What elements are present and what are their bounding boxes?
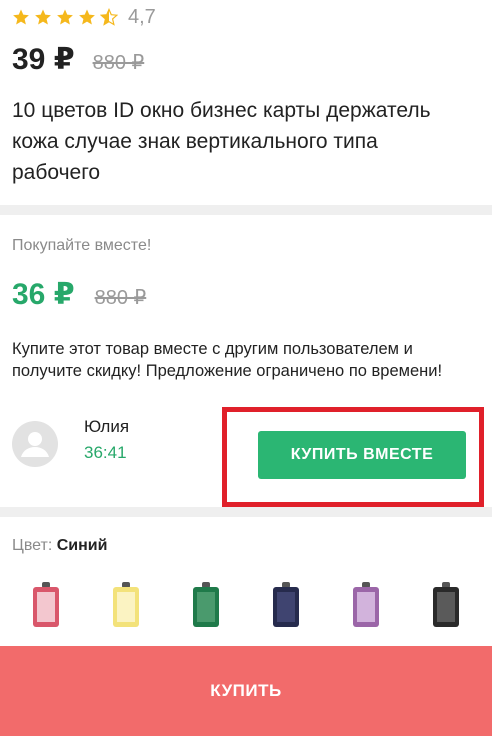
buy-button[interactable]: КУПИТЬ (0, 646, 492, 736)
swatch-yellow[interactable] (102, 577, 150, 633)
badge-holder-icon (433, 582, 459, 627)
badge-holder-icon (193, 582, 219, 627)
avatar[interactable] (12, 421, 58, 467)
swatch-navy[interactable] (262, 577, 310, 633)
together-price-row: 36 ₽ 880 ₽ (12, 277, 480, 312)
section-divider (0, 507, 492, 517)
swatch-green[interactable] (182, 577, 230, 633)
user-icon (21, 432, 49, 457)
buy-together-button[interactable]: КУПИТЬ ВМЕСТЕ (258, 431, 466, 479)
group-user-row: Юлия 36:41 КУПИТЬ ВМЕСТЕ (12, 407, 484, 507)
swatch-red[interactable] (22, 577, 70, 633)
star-half-icon (100, 8, 118, 26)
swatch-black[interactable] (422, 577, 470, 633)
buy-together-label: Покупайте вместе! (12, 237, 152, 254)
color-section: Цвет: Синий (0, 517, 492, 645)
rating-value: 4,7 (128, 5, 156, 28)
color-swatches (12, 577, 480, 633)
together-description: Купите этот товар вместе с другим пользо… (12, 340, 443, 380)
star-icon (35, 9, 51, 25)
product-summary: 4,7 39 ₽ 880 ₽ 10 цветов ID окно бизнес … (0, 0, 492, 205)
rating-stars (12, 8, 118, 26)
color-label-row: Цвет: Синий (12, 537, 480, 555)
rating-row: 4,7 (12, 0, 480, 32)
star-icon (13, 9, 29, 25)
user-name: Юлия (84, 417, 130, 436)
badge-holder-icon (273, 582, 299, 627)
buy-button-label: КУПИТЬ (210, 681, 282, 700)
badge-holder-icon (353, 582, 379, 627)
countdown-timer: 36:41 (84, 443, 127, 462)
star-icon (57, 9, 73, 25)
together-price: 36 ₽ (12, 278, 75, 311)
swatch-purple[interactable] (342, 577, 390, 633)
star-icon (79, 9, 95, 25)
color-label: Цвет: (12, 537, 53, 554)
section-divider (0, 205, 492, 215)
badge-holder-icon (33, 582, 59, 627)
buy-together-section: Покупайте вместе! 36 ₽ 880 ₽ Купите этот… (0, 215, 492, 507)
price-row: 39 ₽ 880 ₽ (12, 42, 480, 77)
price: 39 ₽ (12, 43, 75, 76)
badge-holder-icon (113, 582, 139, 627)
color-value: Синий (56, 537, 108, 554)
together-old-price: 880 ₽ (94, 287, 147, 309)
product-title: 10 цветов ID окно бизнес карты держатель… (12, 99, 431, 184)
old-price: 880 ₽ (92, 52, 145, 74)
